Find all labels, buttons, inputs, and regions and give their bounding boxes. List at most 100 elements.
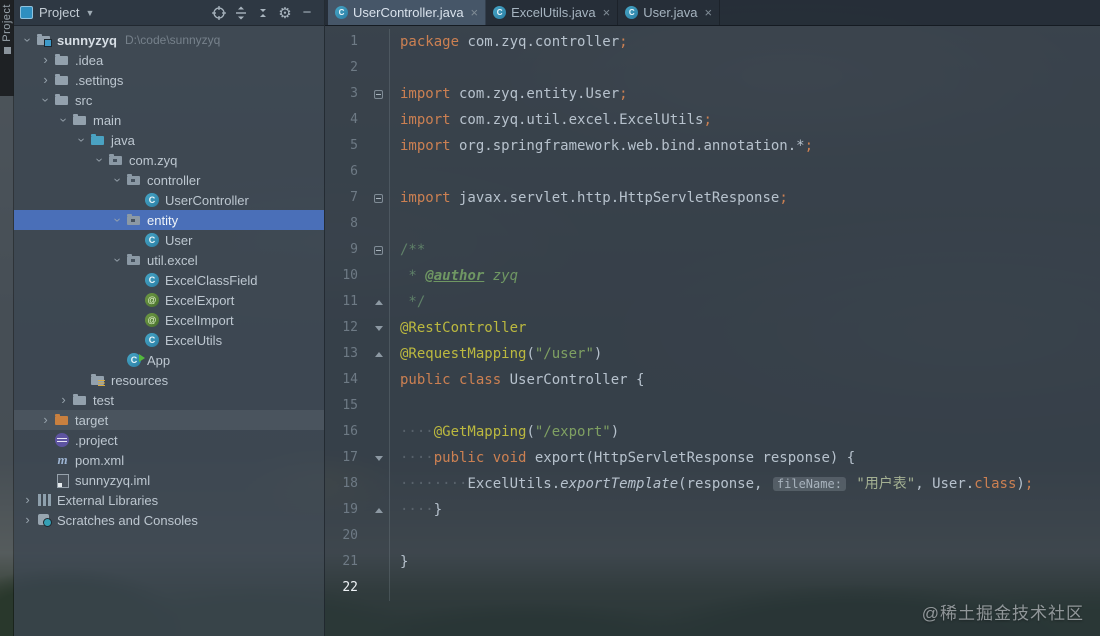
line-number: 6	[350, 164, 358, 179]
tree-item-controller[interactable]: › controller	[14, 170, 324, 190]
chevron-collapsed-icon[interactable]: ›	[20, 490, 35, 510]
code-line-12[interactable]: 12 @RestController	[325, 315, 1100, 341]
tree-item-excelimport[interactable]: ExcelImport	[14, 310, 324, 330]
code-line-2[interactable]: 2	[325, 55, 1100, 81]
tree-item-external-libraries[interactable]: › External Libraries	[14, 490, 324, 510]
tree-item-settings[interactable]: › .settings	[14, 70, 324, 90]
fold-up-icon[interactable]	[375, 351, 383, 357]
tree-item-entity[interactable]: › entity	[14, 210, 324, 230]
fold-down-icon[interactable]	[375, 455, 383, 461]
tab-excelutils-java[interactable]: C ExcelUtils.java ×	[486, 0, 619, 25]
code-line-22[interactable]: 22	[325, 575, 1100, 601]
chevron-collapsed-icon[interactable]: ›	[56, 390, 71, 410]
tree-item-excelexport[interactable]: ExcelExport	[14, 290, 324, 310]
line-number: 17	[342, 450, 358, 465]
tree-item-target[interactable]: › target	[14, 410, 324, 430]
chevron-collapsed-icon[interactable]: ›	[38, 410, 53, 430]
gutter-spacer	[358, 29, 390, 55]
code-line-21[interactable]: 21}	[325, 549, 1100, 575]
chevron-expanded-icon[interactable]: ›	[108, 173, 128, 188]
tree-item-sunnyzyq[interactable]: › sunnyzyq D:\code\sunnyzyq	[14, 30, 324, 50]
code-line-1[interactable]: 1 package com.zyq.controller;	[325, 29, 1100, 55]
chevron-collapsed-icon[interactable]: ›	[20, 510, 35, 530]
collapse-all-button[interactable]	[252, 3, 274, 23]
code-line-4[interactable]: 4 import com.zyq.util.excel.ExcelUtils;	[325, 107, 1100, 133]
hide-panel-button[interactable]: −	[296, 3, 318, 23]
tree-item-project[interactable]: .project	[14, 430, 324, 450]
fold-marker-column[interactable]	[358, 497, 390, 523]
code-line-7[interactable]: 7 import javax.servlet.http.HttpServletRe…	[325, 185, 1100, 211]
tree-item-com-zyq[interactable]: › com.zyq	[14, 150, 324, 170]
code-line-19[interactable]: 19 ····}	[325, 497, 1100, 523]
tree-item-excelclassfield[interactable]: ExcelClassField	[14, 270, 324, 290]
chevron-collapsed-icon[interactable]: ›	[38, 50, 53, 70]
chevron-expanded-icon[interactable]: ›	[108, 253, 128, 268]
code-line-5[interactable]: 5 import org.springframework.web.bind.ann…	[325, 133, 1100, 159]
close-tab-icon[interactable]: ×	[603, 6, 611, 19]
tree-item-src[interactable]: › src	[14, 90, 324, 110]
tree-item-user[interactable]: User	[14, 230, 324, 250]
fold-marker-column[interactable]	[358, 445, 390, 471]
project-panel-title[interactable]: Project	[39, 5, 79, 20]
code-line-8[interactable]: 8	[325, 211, 1100, 237]
tree-item-util-excel[interactable]: › util.excel	[14, 250, 324, 270]
code-text: public class UserController {	[400, 372, 645, 388]
tree-item-label: pom.xml	[75, 452, 125, 468]
fold-marker-column[interactable]	[358, 341, 390, 367]
code-line-20[interactable]: 20	[325, 523, 1100, 549]
panel-settings-button[interactable]: ⚙	[274, 3, 296, 23]
fold-marker-column[interactable]	[358, 81, 390, 107]
tab-usercontroller-java[interactable]: C UserController.java ×	[328, 0, 487, 25]
chevron-down-icon[interactable]: ▼	[85, 8, 94, 18]
tree-item-excelutils[interactable]: ExcelUtils	[14, 330, 324, 350]
code-line-13[interactable]: 13 @RequestMapping("/user")	[325, 341, 1100, 367]
code-line-10[interactable]: 10 * @author zyq	[325, 263, 1100, 289]
fold-minus-icon[interactable]	[374, 89, 383, 99]
fold-marker-column[interactable]	[358, 315, 390, 341]
toolwindow-tab-project[interactable]: Project	[0, 0, 14, 96]
locate-file-button[interactable]	[208, 3, 230, 23]
tree-item-main[interactable]: › main	[14, 110, 324, 130]
chevron-expanded-icon[interactable]: ›	[72, 133, 92, 148]
code-line-9[interactable]: 9 /**	[325, 237, 1100, 263]
fold-minus-icon[interactable]	[374, 193, 383, 203]
chevron-expanded-icon[interactable]: ›	[18, 33, 38, 48]
chevron-expanded-icon[interactable]: ›	[54, 113, 74, 128]
tree-item-scratches-and-consoles[interactable]: › Scratches and Consoles	[14, 510, 324, 530]
fold-up-icon[interactable]	[375, 299, 383, 305]
chevron-expanded-icon[interactable]: ›	[108, 213, 128, 228]
editor-body[interactable]: 1 package com.zyq.controller; 2 3 import com…	[325, 26, 1100, 636]
line-number: 10	[342, 268, 358, 283]
chevron-expanded-icon[interactable]: ›	[90, 153, 110, 168]
gutter-spacer	[358, 419, 390, 445]
tree-item-resources[interactable]: resources	[14, 370, 324, 390]
fold-marker-column[interactable]	[358, 185, 390, 211]
code-line-6[interactable]: 6	[325, 159, 1100, 185]
fold-marker-column[interactable]	[358, 237, 390, 263]
fold-marker-column[interactable]	[358, 289, 390, 315]
close-tab-icon[interactable]: ×	[471, 6, 479, 19]
fold-down-icon[interactable]	[375, 325, 383, 331]
chevron-collapsed-icon[interactable]: ›	[38, 70, 53, 90]
tree-item-pom-xml[interactable]: pom.xml	[14, 450, 324, 470]
code-line-15[interactable]: 15	[325, 393, 1100, 419]
code-line-11[interactable]: 11 */	[325, 289, 1100, 315]
chevron-expanded-icon[interactable]: ›	[36, 93, 56, 108]
tree-item-usercontroller[interactable]: UserController	[14, 190, 324, 210]
code-line-18[interactable]: 18 ········ExcelUtils.exportTemplate(resp…	[325, 471, 1100, 497]
tree-item-label: entity	[147, 212, 179, 228]
tab-user-java[interactable]: C User.java ×	[618, 0, 721, 25]
code-line-17[interactable]: 17 ····public void export(HttpServletResp…	[325, 445, 1100, 471]
tree-item-java[interactable]: › java	[14, 130, 324, 150]
fold-minus-icon[interactable]	[374, 245, 383, 255]
fold-up-icon[interactable]	[375, 507, 383, 513]
tree-item-sunnyzyq-iml[interactable]: sunnyzyq.iml	[14, 470, 324, 490]
expand-all-button[interactable]	[230, 3, 252, 23]
code-line-3[interactable]: 3 import com.zyq.entity.User;	[325, 81, 1100, 107]
close-tab-icon[interactable]: ×	[704, 6, 712, 19]
tree-item-app[interactable]: App	[14, 350, 324, 370]
tree-item-idea[interactable]: › .idea	[14, 50, 324, 70]
code-line-14[interactable]: 14 public class UserController {	[325, 367, 1100, 393]
tree-item-test[interactable]: › test	[14, 390, 324, 410]
code-line-16[interactable]: 16 ····@GetMapping("/export")	[325, 419, 1100, 445]
